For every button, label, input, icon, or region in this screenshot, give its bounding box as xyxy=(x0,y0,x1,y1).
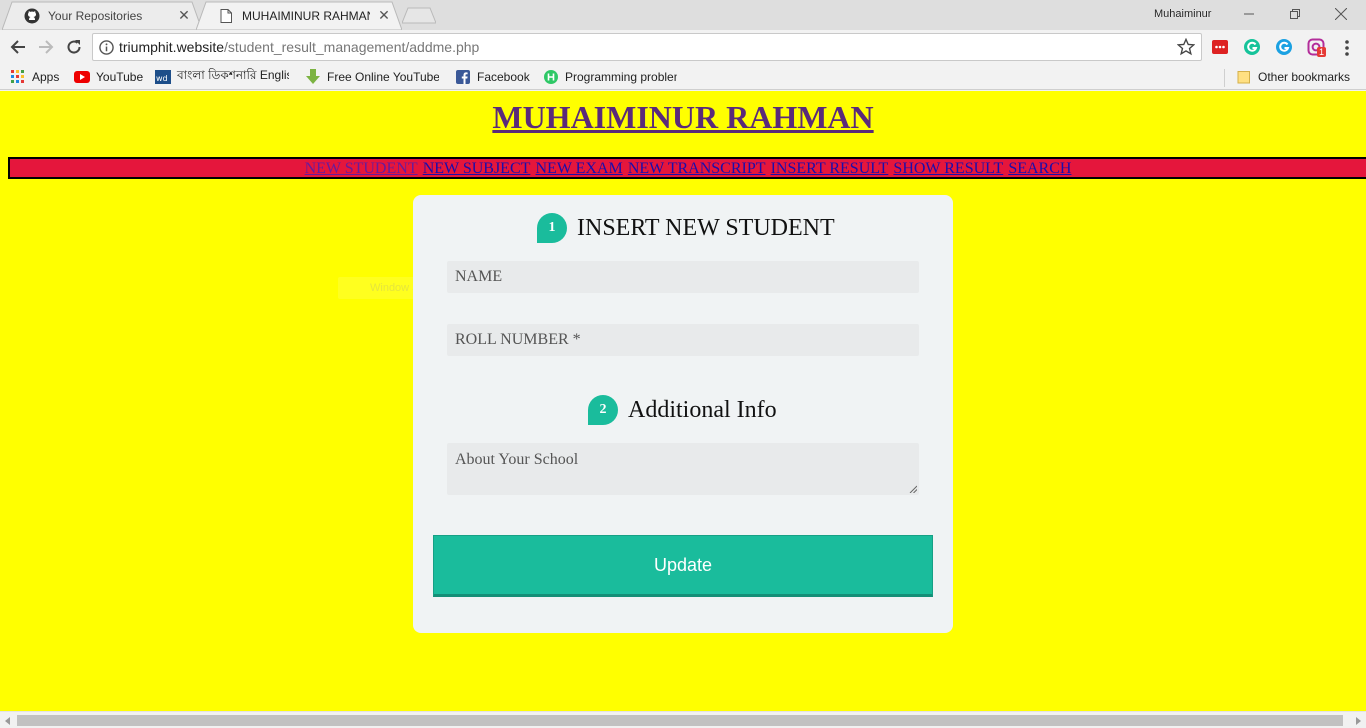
instagram-icon[interactable]: 1 xyxy=(1307,38,1327,57)
nav-link-new-subject[interactable]: NEW SUBJECT xyxy=(423,160,531,177)
url-host: triumphit.website xyxy=(119,39,225,55)
close-window-icon[interactable] xyxy=(1318,2,1364,26)
profile-name[interactable]: Muhaiminur xyxy=(1154,8,1211,20)
update-button[interactable]: Update xyxy=(433,535,933,597)
star-icon[interactable] xyxy=(1177,38,1195,56)
forward-icon[interactable] xyxy=(34,35,58,59)
github-icon xyxy=(24,8,40,24)
bookmark-label: Other bookmarks xyxy=(1258,70,1351,84)
svg-text:wd: wd xyxy=(156,74,168,83)
bookmark-free-online-youtube[interactable]: Free Online YouTube xyxy=(305,68,439,86)
browser-chrome: Your Repositories ✕ MUHAIMINUR RAHMAN ✕ … xyxy=(0,0,1366,91)
menu-icon[interactable] xyxy=(1340,38,1354,58)
scroll-left-icon[interactable] xyxy=(3,715,13,726)
facebook-icon xyxy=(455,69,471,85)
nav-link-new-student[interactable]: NEW STUDENT xyxy=(305,160,418,177)
student-form: 1 INSERT NEW STUDENT NAME ROLL NUMBER * … xyxy=(413,195,953,633)
nav-bar: NEW STUDENT NEW SUBJECT NEW EXAM NEW TRA… xyxy=(8,157,1366,179)
back-icon[interactable] xyxy=(6,35,30,59)
bookmark-other-bookmarks[interactable]: Other bookmarks xyxy=(1236,68,1350,86)
about-school-textarea[interactable]: About Your School xyxy=(447,443,919,495)
url-path: /student_result_management/addme.php xyxy=(224,39,480,55)
extension-badge: 1 xyxy=(1317,47,1327,57)
close-icon[interactable]: ✕ xyxy=(176,8,192,24)
bookmark-dictionary[interactable]: wd বাংলা ডিকশনারি English xyxy=(155,68,289,86)
tab-your-repositories[interactable]: Your Repositories ✕ xyxy=(2,1,202,30)
nav-link-new-exam[interactable]: NEW EXAM xyxy=(536,160,623,177)
bookmarks-bar: Apps YouTube wd বাংলা ডিকশনারি English F… xyxy=(0,65,1366,90)
bookmark-label: Programming problem xyxy=(565,70,677,84)
hackerrank-icon xyxy=(543,69,559,85)
scrollbar-thumb[interactable] xyxy=(17,715,1343,726)
section-title: Additional Info xyxy=(628,396,777,423)
minimize-icon[interactable] xyxy=(1226,2,1272,26)
name-input[interactable]: NAME xyxy=(447,261,919,293)
textarea-placeholder: About Your School xyxy=(455,451,579,468)
page-title-link[interactable]: MUHAIMINUR RAHMAN xyxy=(492,99,873,135)
resize-handle-icon[interactable] xyxy=(909,485,917,493)
step-badge: 1 xyxy=(537,213,567,243)
close-icon[interactable]: ✕ xyxy=(376,8,392,24)
extension-icon[interactable] xyxy=(1211,38,1229,56)
bookmark-apps[interactable]: Apps xyxy=(10,68,59,86)
grammarly-icon-2[interactable] xyxy=(1275,38,1293,56)
roll-number-input[interactable]: ROLL NUMBER * xyxy=(447,324,919,356)
tab-title: Your Repositories xyxy=(48,8,143,23)
nav-link-search[interactable]: SEARCH xyxy=(1008,160,1071,177)
bookmark-label: YouTube xyxy=(96,70,144,84)
reload-icon[interactable] xyxy=(62,35,86,59)
grammarly-icon[interactable] xyxy=(1243,38,1261,56)
new-tab-button[interactable] xyxy=(402,7,436,24)
page-title: MUHAIMINUR RAHMAN xyxy=(0,99,1366,136)
step-badge: 2 xyxy=(588,395,618,425)
tab-muhaiminur-rahman[interactable]: MUHAIMINUR RAHMAN ✕ xyxy=(196,1,402,30)
folder-icon xyxy=(1236,69,1252,85)
url-text: triumphit.website/student_result_managem… xyxy=(119,39,479,55)
tab-strip: Your Repositories ✕ MUHAIMINUR RAHMAN ✕ … xyxy=(0,0,1366,30)
download-arrow-icon xyxy=(305,69,321,85)
horizontal-scrollbar[interactable] xyxy=(0,711,1366,728)
bookmark-label: Free Online YouTube xyxy=(327,70,439,84)
bookmark-label: Apps xyxy=(32,70,60,84)
nav-link-insert-result[interactable]: INSERT RESULT xyxy=(771,160,889,177)
tab-title: MUHAIMINUR RAHMAN xyxy=(242,8,370,23)
bookmarks-divider xyxy=(1224,69,1225,87)
apps-grid-icon xyxy=(10,69,26,85)
scroll-right-icon[interactable] xyxy=(1353,715,1363,726)
youtube-icon xyxy=(74,69,90,85)
nav-link-new-transcript[interactable]: NEW TRANSCRIPT xyxy=(628,160,766,177)
info-icon[interactable] xyxy=(99,40,114,55)
dictionary-icon: wd xyxy=(155,69,171,85)
page-icon xyxy=(218,8,234,24)
restore-icon[interactable] xyxy=(1272,2,1318,26)
address-bar[interactable]: triumphit.website/student_result_managem… xyxy=(92,33,1202,61)
bookmark-programming-problem[interactable]: Programming problem xyxy=(543,68,677,86)
section-title: INSERT NEW STUDENT xyxy=(577,214,835,241)
toolbar: triumphit.website/student_result_managem… xyxy=(0,30,1366,65)
nav-link-show-result[interactable]: SHOW RESULT xyxy=(893,160,1003,177)
bookmark-label: Facebook xyxy=(477,70,530,84)
section-heading-insert-student: 1 INSERT NEW STUDENT xyxy=(537,213,835,243)
bookmark-youtube[interactable]: YouTube xyxy=(74,68,143,86)
bookmark-facebook[interactable]: Facebook xyxy=(455,68,530,86)
section-heading-additional-info: 2 Additional Info xyxy=(588,395,777,425)
bookmark-label: বাংলা ডিকশনারি English xyxy=(177,68,289,82)
page-content: MUHAIMINUR RAHMAN NEW STUDENT NEW SUBJEC… xyxy=(0,91,1366,711)
